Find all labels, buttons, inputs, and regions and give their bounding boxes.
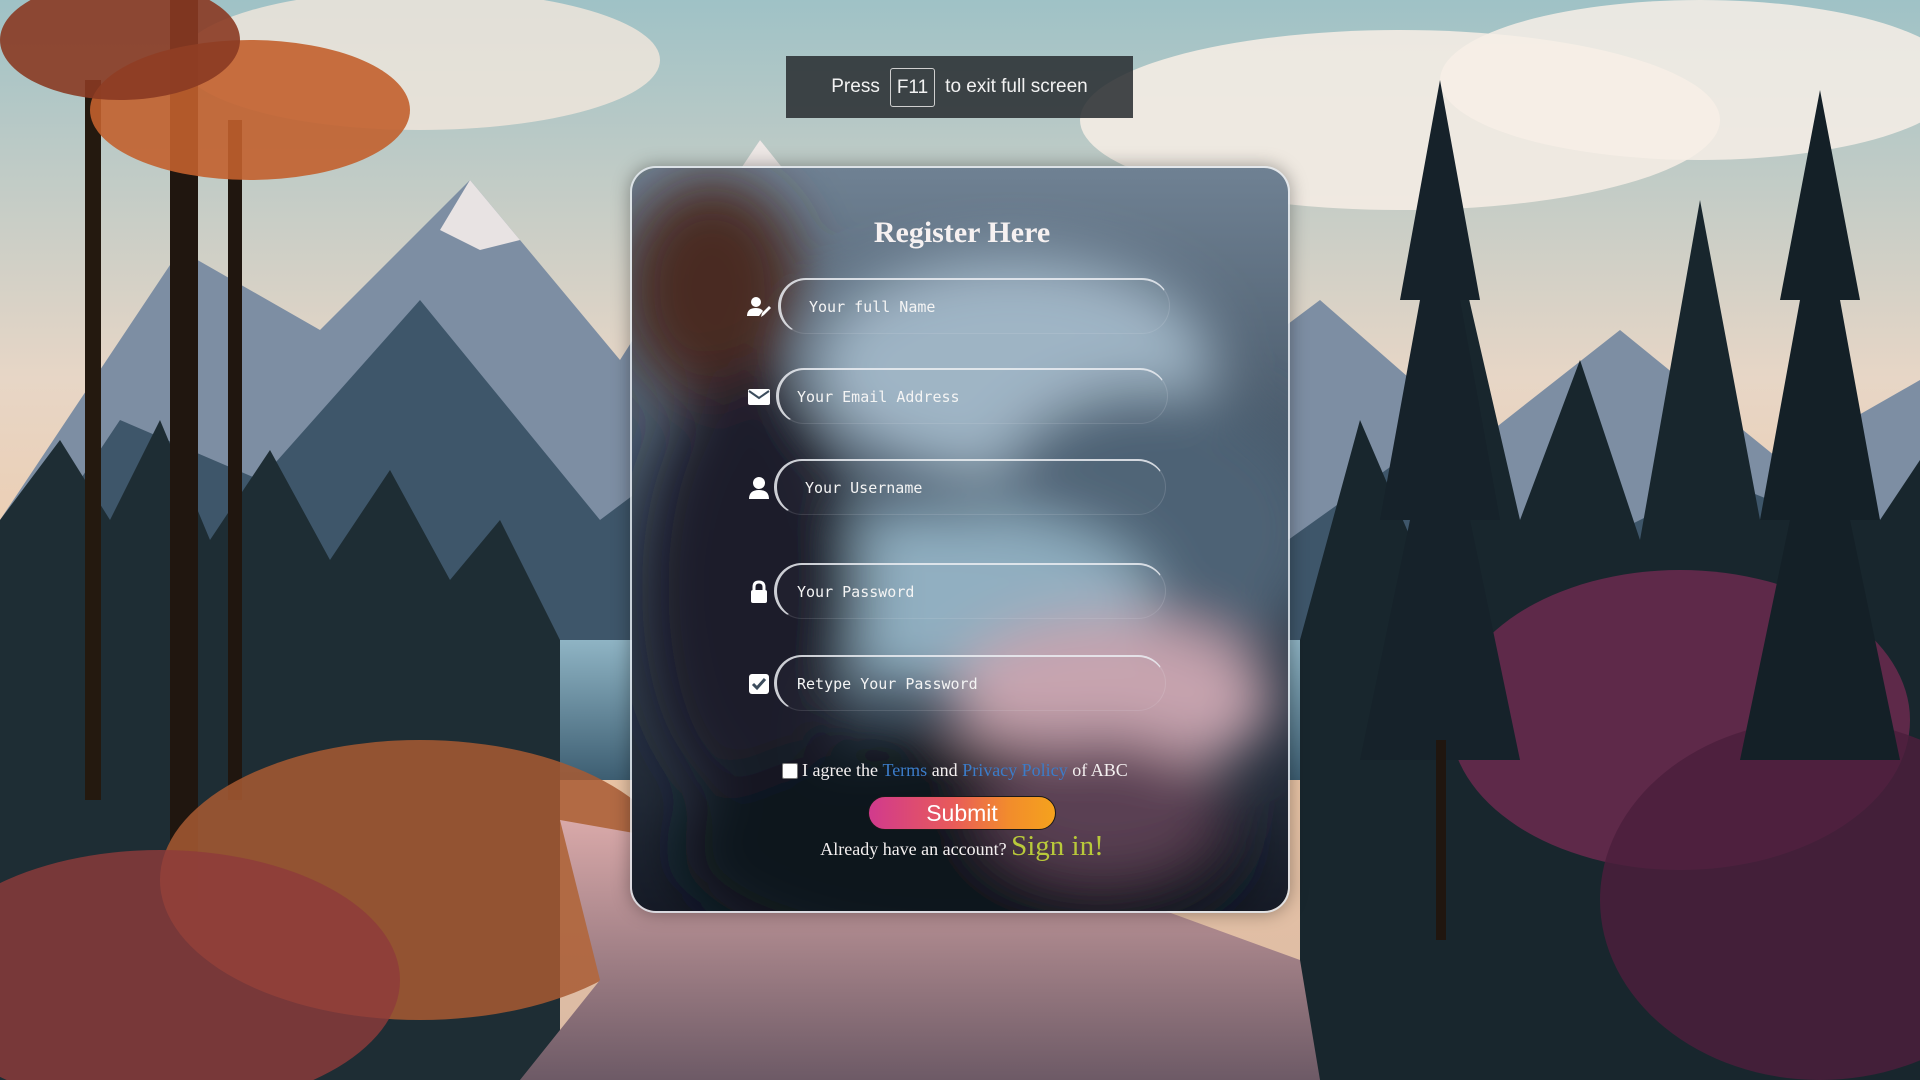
terms-agreement: I agree the Terms and Privacy Policy of … [782, 760, 1142, 781]
email-field[interactable] [776, 368, 1168, 424]
form-title: Register Here [873, 216, 1051, 249]
username-field[interactable] [774, 459, 1166, 515]
terms-link[interactable]: Terms [882, 760, 927, 781]
terms-checkbox[interactable] [782, 762, 798, 779]
fullscreen-hint: Press F11 to exit full screen [786, 56, 1133, 118]
sign-in-link[interactable]: Sign in! [1011, 830, 1104, 862]
full-name-input[interactable] [781, 280, 1169, 333]
password-input[interactable] [777, 565, 1165, 618]
signin-prompt: Already have an account? [820, 839, 1007, 859]
lock-icon [746, 579, 772, 605]
full-name-field[interactable] [778, 278, 1170, 334]
envelope-icon [746, 384, 772, 410]
agree-and: and [931, 760, 958, 780]
password-field[interactable] [774, 563, 1166, 619]
retype-password-input[interactable] [777, 657, 1165, 710]
agree-prefix: I agree the [802, 760, 878, 780]
signin-row: Already have an account? Sign in! [632, 830, 1288, 863]
fullscreen-hint-prefix: Press [831, 76, 880, 97]
f11-key: F11 [889, 67, 936, 107]
submit-button[interactable]: Submit [868, 796, 1056, 830]
fullscreen-hint-suffix: to exit full screen [945, 76, 1088, 97]
privacy-policy-link[interactable]: Privacy Policy [962, 760, 1068, 781]
username-input[interactable] [777, 461, 1165, 514]
email-input[interactable] [779, 370, 1167, 423]
agree-suffix: of ABC [1072, 760, 1128, 780]
check-square-icon [746, 671, 772, 697]
user-edit-icon [746, 294, 772, 320]
user-icon [746, 475, 772, 501]
register-card: Register Here I agree the Terms and Priv… [630, 166, 1290, 913]
retype-password-field[interactable] [774, 655, 1166, 711]
